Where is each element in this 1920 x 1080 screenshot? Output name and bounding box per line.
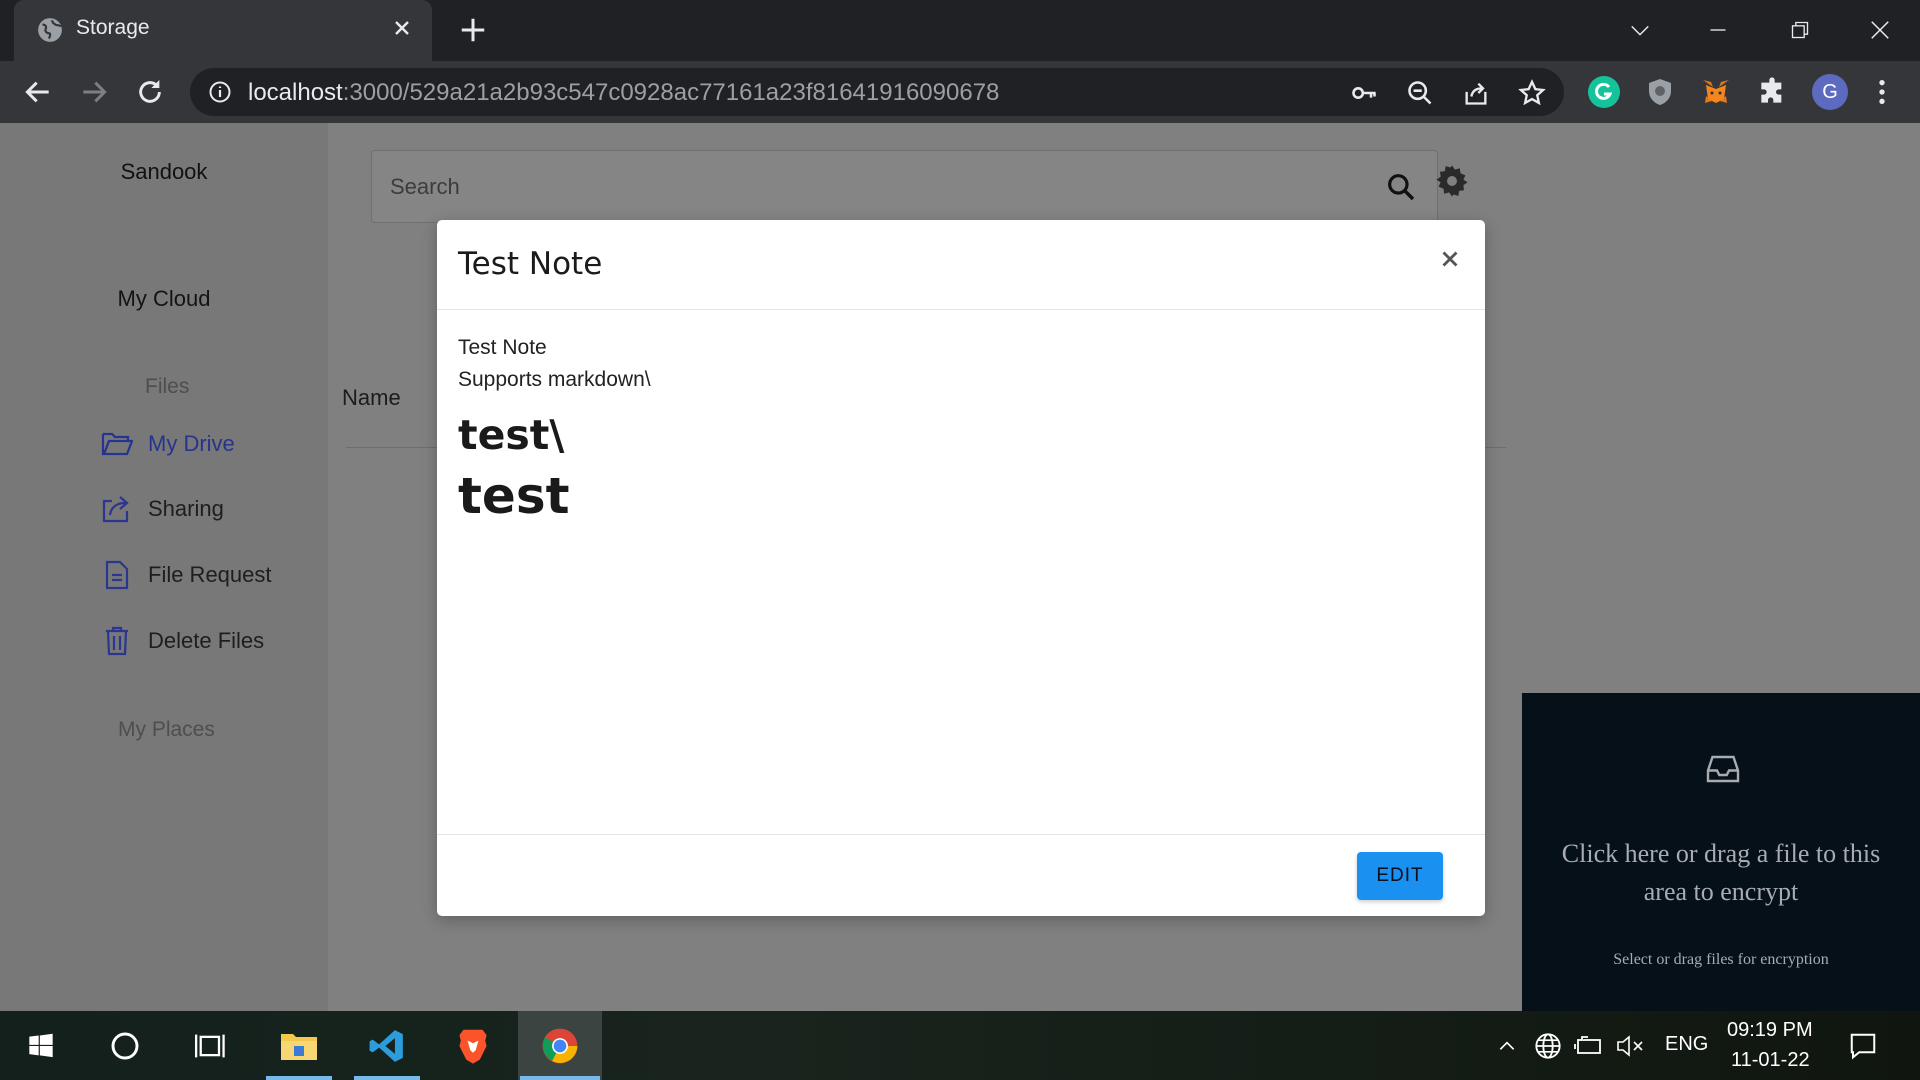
url-text: localhost:3000/529a21a2b93c547c0928ac771…: [248, 79, 999, 107]
trash-icon: [100, 624, 134, 658]
column-header-name[interactable]: Name: [342, 385, 401, 411]
share-icon: [100, 492, 134, 526]
search-input[interactable]: [390, 171, 1290, 203]
url-host: localhost: [248, 79, 343, 106]
extensions-puzzle-icon[interactable]: [1756, 76, 1788, 108]
show-hidden-icons-chevron-icon[interactable]: [1492, 1031, 1522, 1061]
zoom-out-icon[interactable]: [1406, 79, 1434, 107]
drop-zone-text: Click here or drag a file to this area t…: [1561, 839, 1881, 906]
notification-center-icon[interactable]: [1846, 1029, 1880, 1063]
note-heading: test\: [458, 411, 565, 459]
info-icon[interactable]: [208, 80, 232, 104]
modal-header: Test Note: [437, 220, 1485, 310]
profile-avatar[interactable]: G: [1812, 74, 1848, 110]
vscode-icon[interactable]: [352, 1011, 422, 1080]
encrypt-drop-zone[interactable]: Click here or drag a file to this area t…: [1522, 693, 1920, 1011]
sidebar-item-sharing[interactable]: Sharing: [100, 489, 224, 529]
edit-button[interactable]: EDIT: [1357, 852, 1443, 900]
inbox-icon: [1706, 755, 1740, 783]
chrome-taskbar-icon[interactable]: [518, 1011, 602, 1080]
browser-tab[interactable]: Storage: [14, 0, 432, 61]
close-window-icon[interactable]: [1862, 12, 1898, 48]
search-icon[interactable]: [1385, 171, 1417, 203]
shield-extension-icon[interactable]: [1644, 76, 1676, 108]
tab-search-icon[interactable]: [1622, 12, 1658, 48]
new-tab-icon[interactable]: [458, 15, 488, 45]
close-icon[interactable]: [1437, 246, 1463, 272]
globe-icon: [38, 18, 62, 42]
sidebar-item-label: My Drive: [148, 431, 235, 456]
bookmark-star-icon[interactable]: [1518, 79, 1546, 107]
modal-footer-divider: [437, 834, 1485, 835]
sidebar-item-delete-files[interactable]: Delete Files: [100, 621, 264, 661]
close-tab-icon[interactable]: [390, 16, 414, 40]
grammarly-extension-icon[interactable]: [1588, 76, 1620, 108]
minimize-icon[interactable]: [1700, 12, 1736, 48]
battery-icon[interactable]: [1574, 1031, 1604, 1061]
address-bar[interactable]: localhost:3000/529a21a2b93c547c0928ac771…: [190, 68, 1564, 116]
brave-browser-icon[interactable]: [438, 1011, 508, 1080]
app-viewport: Sandook My Cloud Files My Drive Sharing …: [0, 123, 1920, 1011]
browser-menu-icon[interactable]: [1866, 76, 1898, 108]
file-explorer-icon[interactable]: [264, 1011, 334, 1080]
sidebar-item-label: File Request: [148, 562, 272, 587]
note-heading: test: [458, 467, 570, 525]
my-places-label: My Places: [118, 718, 215, 741]
key-icon[interactable]: [1350, 79, 1378, 107]
cortana-search-icon[interactable]: [90, 1011, 160, 1080]
my-cloud-heading: My Cloud: [117, 286, 211, 311]
clock-time[interactable]: 09:19 PM: [1727, 1019, 1813, 1042]
files-section-label: Files: [145, 375, 190, 398]
gear-icon[interactable]: [1435, 164, 1469, 198]
sidebar: Sandook My Cloud Files My Drive Sharing …: [0, 123, 328, 1011]
metamask-fox-icon[interactable]: [1700, 76, 1732, 108]
restore-icon[interactable]: [1782, 12, 1818, 48]
brand-name[interactable]: Sandook: [0, 159, 328, 185]
browser-tab-strip: Storage: [0, 0, 1920, 61]
task-view-icon[interactable]: [176, 1011, 246, 1080]
sidebar-item-my-drive[interactable]: My Drive: [100, 424, 235, 464]
back-icon[interactable]: [22, 76, 54, 108]
tab-title: Storage: [76, 16, 150, 39]
document-icon: [100, 558, 134, 592]
sidebar-item-label: Sharing: [148, 496, 224, 521]
folder-open-icon: [100, 427, 134, 461]
modal-title: Test Note: [458, 246, 603, 282]
search-bar: [371, 150, 1438, 223]
windows-start-icon[interactable]: [6, 1011, 76, 1080]
share-page-icon[interactable]: [1462, 79, 1490, 107]
windows-taskbar: ENG 09:19 PM 11-01-22: [0, 1011, 1920, 1080]
note-line: Supports markdown\: [458, 368, 651, 391]
modal-body: Test Note Supports markdown\ test\ test: [458, 332, 1464, 530]
clock-date[interactable]: 11-01-22: [1731, 1049, 1810, 1072]
volume-muted-icon[interactable]: [1615, 1031, 1645, 1061]
drop-zone-hint: Select or drag files for encryption: [1613, 951, 1829, 968]
forward-icon[interactable]: [78, 76, 110, 108]
sidebar-item-label: Delete Files: [148, 628, 265, 653]
sidebar-item-file-request[interactable]: File Request: [100, 555, 272, 595]
network-globe-icon[interactable]: [1533, 1031, 1563, 1061]
note-modal: Test Note Test Note Supports markdown\ t…: [437, 220, 1485, 916]
input-language[interactable]: ENG: [1665, 1033, 1708, 1056]
reload-icon[interactable]: [134, 76, 166, 108]
note-line: Test Note: [458, 336, 547, 359]
url-path: :3000/529a21a2b93c547c0928ac77161a23f816…: [342, 79, 1000, 106]
browser-toolbar: localhost:3000/529a21a2b93c547c0928ac771…: [0, 61, 1920, 123]
